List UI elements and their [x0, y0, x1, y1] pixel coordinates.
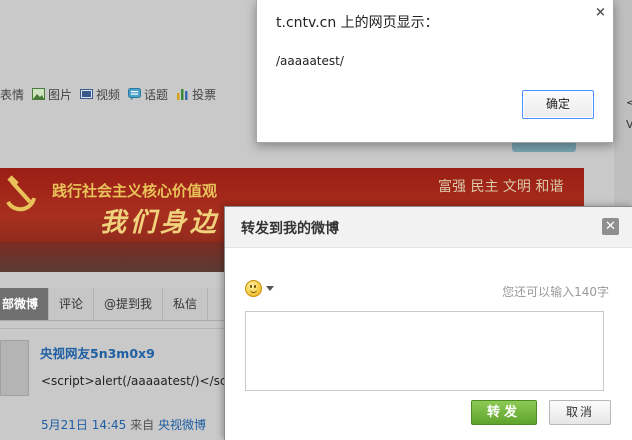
- close-icon[interactable]: ✕: [602, 218, 619, 235]
- avatar[interactable]: [0, 340, 29, 396]
- dialog-header: 转发到我的微博 ✕: [225, 207, 632, 248]
- right-edge-char: V: [626, 118, 632, 131]
- browser-alert-dialog: t.cntv.cn 上的网页显示： × /aaaaatest/ 确定: [256, 0, 614, 143]
- topic-icon: [128, 88, 142, 100]
- right-edge-char: <: [626, 96, 632, 109]
- alert-message: /aaaaatest/: [276, 54, 344, 68]
- toolbar-topic[interactable]: 话题: [128, 86, 168, 103]
- repost-dialog: 转发到我的微博 ✕ 您还可以输入140字 转发 取消: [224, 206, 632, 440]
- tab-messages[interactable]: 私信: [163, 288, 209, 320]
- toolbar-video-label: 视频: [96, 87, 121, 102]
- hammer-sickle-emblem: [6, 175, 36, 212]
- tab-mentions[interactable]: @提到我: [94, 288, 164, 320]
- toolbar-image[interactable]: 图片: [32, 86, 72, 103]
- chevron-down-icon: [266, 286, 274, 291]
- feed-tabs: 部微博 评论 @提到我 私信: [0, 288, 230, 321]
- char-count-hint: 您还可以输入140字: [502, 285, 609, 299]
- post-content: <script>alert(/aaaaatest/)</sc: [41, 374, 226, 388]
- toolbar-video[interactable]: 视频: [80, 86, 120, 103]
- toolbar-emoticon-label: 表情: [0, 87, 25, 102]
- post-time[interactable]: 5月21日 14:45: [41, 418, 126, 432]
- banner-headline: 我们身边: [100, 208, 221, 238]
- toolbar-topic-label: 话题: [144, 87, 169, 102]
- tab-weibo[interactable]: 部微博: [0, 288, 50, 320]
- emoji-picker-button[interactable]: [245, 280, 274, 297]
- video-icon: [80, 89, 94, 99]
- post-source[interactable]: 央视微博: [158, 418, 206, 432]
- toolbar-poll-label: 投票: [192, 87, 217, 102]
- tab-comments[interactable]: 评论: [49, 288, 95, 320]
- alert-title: t.cntv.cn 上的网页显示：: [276, 15, 439, 31]
- post-from-label: 来自: [130, 418, 155, 432]
- toolbar-poll[interactable]: 投票: [176, 86, 216, 103]
- banner-gate-image: [0, 242, 250, 272]
- cancel-button[interactable]: 取消: [549, 400, 611, 425]
- smiley-icon: [245, 280, 262, 297]
- composer-toolbar: 表情 图片 视频 话题 投票: [0, 80, 260, 108]
- post-meta: 5月21日 14:45 来自 央视微博: [41, 416, 206, 433]
- banner-slogan: 践行社会主义核心价值观: [52, 182, 218, 200]
- close-icon[interactable]: ×: [595, 5, 606, 20]
- image-icon: [32, 88, 46, 100]
- post-username[interactable]: 央视网友5n3m0x9: [40, 343, 155, 362]
- ok-button[interactable]: 确定: [522, 90, 594, 119]
- feed-divider: [0, 328, 230, 329]
- banner-core-values: 富强 民主 文明 和谐: [438, 179, 564, 195]
- repost-textarea[interactable]: [245, 311, 604, 391]
- poll-icon: [177, 89, 188, 100]
- toolbar-emoticon[interactable]: 表情: [0, 86, 24, 103]
- repost-button[interactable]: 转发: [471, 400, 537, 425]
- toolbar-image-label: 图片: [48, 87, 73, 102]
- dialog-title: 转发到我的微博: [241, 221, 339, 237]
